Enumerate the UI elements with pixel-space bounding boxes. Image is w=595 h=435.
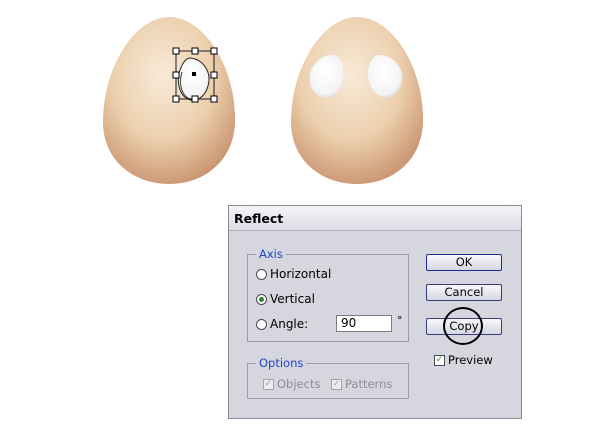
- axis-angle-option[interactable]: Angle:: [256, 316, 308, 332]
- objects-checkbox[interactable]: ✓: [263, 378, 274, 390]
- patterns-checkbox[interactable]: ✓: [331, 378, 342, 390]
- left-egg: [103, 17, 236, 184]
- selection-handle-ml[interactable]: [172, 71, 180, 79]
- patterns-label: Patterns: [345, 377, 393, 391]
- artwork-canvas: [103, 17, 424, 184]
- selection-handle-bl[interactable]: [172, 95, 180, 103]
- angle-input[interactable]: 90: [336, 315, 392, 332]
- horizontal-radio[interactable]: [256, 268, 267, 280]
- axis-horizontal-option[interactable]: Horizontal: [256, 266, 331, 282]
- vertical-label: Vertical: [270, 292, 315, 306]
- horizontal-label: Horizontal: [270, 267, 332, 281]
- right-egg: [291, 17, 424, 184]
- preview-label: Preview: [448, 353, 493, 367]
- selection-handle-tr[interactable]: [210, 47, 218, 55]
- cancel-button[interactable]: Cancel: [426, 284, 502, 301]
- preview-option[interactable]: ✓ Preview: [434, 353, 493, 367]
- selection-handle-tl[interactable]: [172, 47, 180, 55]
- angle-radio[interactable]: [256, 318, 267, 330]
- selection-handle-bm[interactable]: [191, 95, 199, 103]
- vertical-radio[interactable]: [256, 293, 267, 305]
- preview-checkbox[interactable]: ✓: [434, 354, 445, 366]
- options-group: Options ✓ Objects ✓ Patterns: [247, 356, 409, 399]
- selection-handle-tm[interactable]: [191, 47, 199, 55]
- selection-handle-br[interactable]: [210, 95, 218, 103]
- patterns-option[interactable]: ✓ Patterns: [331, 377, 392, 391]
- dialog-titlebar[interactable]: Reflect: [229, 206, 521, 231]
- angle-label: Angle:: [270, 317, 309, 331]
- selection-handle-mr[interactable]: [210, 71, 218, 79]
- dialog-title: Reflect: [234, 211, 284, 226]
- axis-vertical-option[interactable]: Vertical: [256, 291, 315, 307]
- options-group-label: Options: [256, 356, 307, 370]
- reflect-dialog: Reflect Axis Horizontal Vertical Angle: …: [228, 205, 522, 419]
- objects-option[interactable]: ✓ Objects: [263, 377, 320, 391]
- right-egg-body: [291, 17, 424, 184]
- degree-symbol: °: [397, 314, 403, 327]
- axis-group-label: Axis: [256, 247, 286, 261]
- axis-group: Axis Horizontal Vertical Angle: 90 °: [247, 247, 409, 342]
- ok-button[interactable]: OK: [426, 254, 502, 271]
- copy-button[interactable]: Copy: [426, 318, 502, 335]
- objects-label: Objects: [277, 377, 321, 391]
- selection-center-point: [192, 72, 196, 76]
